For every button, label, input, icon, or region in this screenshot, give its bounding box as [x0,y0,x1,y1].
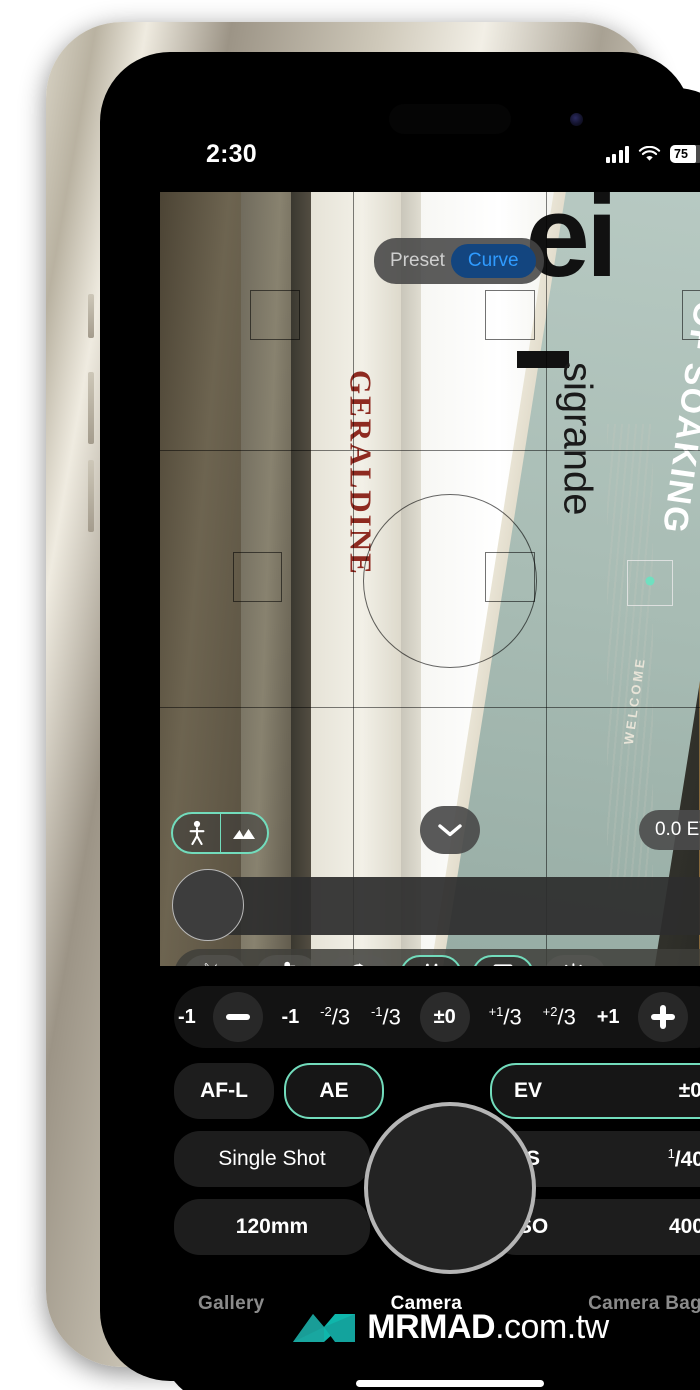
ev-control-label: EV [514,1079,543,1102]
curve-chip[interactable]: Curve [450,244,536,278]
camera-options-bar [174,949,700,966]
histogram-icon [493,964,513,966]
focus-point-dot [645,576,655,586]
watermark-text: MRMAD.com.tw [367,1307,609,1347]
flash-off-icon-button[interactable] [184,955,246,966]
grid-line-horizontal [160,449,700,451]
scene-text-sigrande: sigrande [555,362,600,516]
ev-stop-clipped-left: -1 [178,1005,196,1028]
drive-mode-label: Single Shot [218,1147,326,1170]
grid-marker-square [682,289,700,340]
action-button[interactable] [88,294,94,338]
ev-stop-zero-selected[interactable]: ±0 [419,992,470,1042]
grid-icon [425,963,438,966]
ev-stop-plus-2-3[interactable]: +2/3 [541,1004,578,1030]
preset-curve-toggle[interactable]: Preset Curve [374,238,544,284]
ev-stop-plus-1[interactable]: +1 [595,1006,622,1029]
shutter-speed-value: 1/40 [667,1146,700,1171]
phone-screen: 2:30 75 GERALDINE ei sigrande OF SOAKING… [160,88,700,1390]
ae-lock-button[interactable]: AE [284,1063,384,1119]
timer-icon [353,963,364,966]
ev-increase-button[interactable] [638,992,689,1042]
minus-icon [225,1014,250,1020]
scene-mode-toggle[interactable] [171,812,269,854]
expand-controls-button[interactable] [420,806,480,854]
status-clock: 2:30 [206,139,257,168]
drive-mode-button[interactable]: Single Shot [174,1131,370,1187]
battery-icon: 75 [670,145,700,163]
center-focus-circle [363,493,537,668]
watermark-domain: .com.tw [495,1307,609,1346]
exposure-warning-icon [565,963,582,966]
exposure-warning-icon-button[interactable] [544,955,606,966]
grid-line-horizontal [160,707,700,709]
plus-icon [651,1005,676,1029]
phone-frame: 2:30 75 GERALDINE ei sigrande OF SOAKING… [46,22,700,1390]
ev-stop-minus-2-3[interactable]: -2/3 [318,1004,352,1030]
ae-lock-label: AE [319,1079,349,1102]
histogram-icon-button[interactable] [472,955,534,966]
preset-label[interactable]: Preset [390,250,445,272]
cellular-bars-icon [605,145,629,163]
ev-stop-plus-1-3[interactable]: +1/3 [487,1004,524,1030]
watermark-brand: MRMAD [367,1307,496,1346]
wifi-icon [638,145,661,161]
timer-icon-button[interactable] [328,955,390,966]
grid-icon-button[interactable] [400,955,462,966]
thermometer-icon-button[interactable] [256,955,318,966]
phone-bezel: 2:30 75 GERALDINE ei sigrande OF SOAKING… [100,52,700,1390]
chevron-down-icon [438,824,462,837]
camera-viewfinder[interactable]: GERALDINE ei sigrande OF SOAKING WELCOME [160,192,700,966]
grid-line-vertical [353,192,355,966]
status-bar: 2:30 75 [160,88,700,184]
flash-off-icon [204,963,217,966]
volume-down-button[interactable] [88,460,94,532]
mrmad-bowtie-logo-icon [293,1314,356,1342]
status-indicators: 75 [605,145,700,163]
focal-length-button[interactable]: 120mm [174,1199,370,1255]
battery-percent: 75 [674,147,688,161]
shutter-button[interactable] [364,1102,536,1274]
ev-stop-minus-1[interactable]: -1 [280,1006,302,1029]
grid-line-vertical [546,192,548,966]
volume-up-button[interactable] [88,372,94,444]
ev-compensation-scale[interactable]: -1 -1 -2/3 -1/3 ±0 +1/3 +2/3 +1 [174,986,700,1048]
zoom-slider[interactable] [172,869,700,941]
home-indicator[interactable] [356,1380,544,1387]
ev-control-button[interactable]: EV ±0 [490,1063,700,1119]
ev-decrease-button[interactable] [212,992,263,1042]
scene-landscape-button[interactable] [220,814,267,852]
iso-value: 400 [668,1215,700,1238]
ev-readout-badge: 0.0 EV [638,810,700,850]
scene-person-button[interactable] [173,814,220,852]
thermometer-icon [284,961,296,966]
focus-point-box[interactable] [626,559,674,607]
landscape-icon [233,829,255,839]
af-lock-label: AF-L [200,1079,248,1102]
grid-marker-square [232,551,283,603]
ev-stop-minus-1-3[interactable]: -1/3 [369,1004,403,1030]
zoom-slider-knob[interactable] [172,869,244,941]
person-icon [189,820,204,846]
screenshot-root: 2:30 75 GERALDINE ei sigrande OF SOAKING… [0,0,700,1390]
ev-control-value: ±0 [678,1079,700,1102]
watermark: MRMAD.com.tw [160,1301,700,1353]
grid-marker-square [249,289,300,340]
af-lock-button[interactable]: AF-L [174,1063,274,1119]
focal-length-label: 120mm [235,1215,309,1238]
grid-marker-square [484,289,535,340]
